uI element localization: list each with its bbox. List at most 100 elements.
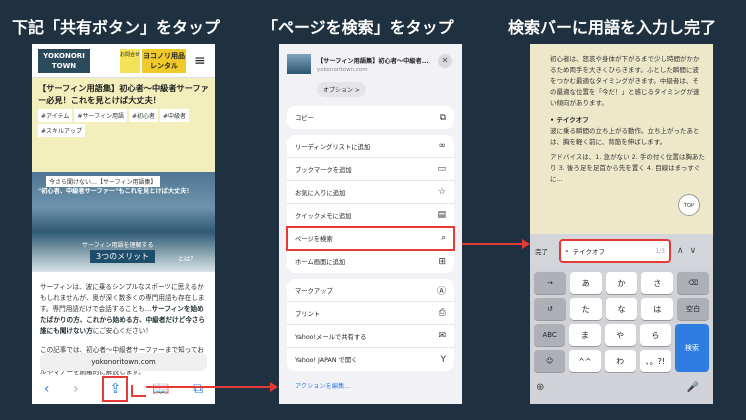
find-input[interactable]: ⌕ テイクオフ 1/3 [559, 239, 671, 263]
key[interactable]: ^^ [569, 350, 601, 372]
hero-merit-sub: サーフィン用語を理解する [82, 242, 154, 249]
action-label: ホーム画面に追加 [295, 259, 346, 266]
plus-square-icon: ⊞ [438, 256, 446, 267]
find-icon: ⌕ [440, 233, 446, 243]
key[interactable]: わ [604, 350, 636, 372]
phone-share-sheet: 【サーフィン用語集】初心者〜中級者... yokonoritown.com オプ… [279, 44, 462, 404]
action-quick-note[interactable]: クイックメモに追加 ▤ [287, 204, 454, 227]
chevron-down-icon[interactable]: ∨ [690, 246, 703, 256]
connector-line [462, 243, 522, 245]
body-text: 初心者は、怒哀や身体が下がるまで少し時間がかかるため両手を大きくひらきます。ふと… [550, 55, 700, 107]
action-add-favorite[interactable]: お気に入りに追加 ☆ [287, 181, 454, 204]
chevron-up-icon[interactable]: ∧ [677, 246, 690, 256]
connector-line [131, 395, 146, 397]
mail-icon: ✉ [438, 331, 446, 341]
action-print[interactable]: プリント ⎙ [287, 302, 454, 325]
scroll-top-button[interactable]: TOP [678, 194, 700, 216]
close-icon[interactable]: ✕ [438, 54, 452, 68]
action-yahoo-mail[interactable]: Yahoo!メールで共有する ✉ [287, 325, 454, 348]
search-key[interactable]: 検索 [675, 324, 709, 372]
action-label: リーディングリストに追加 [295, 143, 371, 151]
phone-safari-article: YOKONORI TOWN お問合せ ヨコノリ用品 レンタル ≡ 【サーフィン用… [32, 44, 215, 404]
rental-button[interactable]: ヨコノリ用品 レンタル [142, 48, 186, 73]
key[interactable]: な [605, 298, 638, 320]
action-label: ページを検索 [295, 235, 333, 243]
connector-arrow [522, 239, 530, 249]
heading-step2: 「ページを検索」をタップ [262, 18, 454, 37]
body-text: にご安心ください！ [92, 327, 152, 335]
action-markup[interactable]: マークアップ Ⓐ [287, 279, 454, 302]
space-key[interactable]: 空白 [677, 298, 709, 320]
share-sheet-header: 【サーフィン用語集】初心者〜中級者... yokonoritown.com オプ… [279, 44, 462, 106]
tag[interactable]: #中級者 [160, 109, 190, 122]
site-logo[interactable]: YOKONORI TOWN [38, 48, 90, 73]
tag[interactable]: #サーフィン用語 [74, 109, 127, 122]
heading-step3: 検索バーに用語を入力し完了 [508, 18, 717, 37]
markup-icon: Ⓐ [436, 286, 446, 297]
search-term-heading: テイクオフ [550, 115, 705, 126]
key[interactable]: さ [641, 272, 674, 294]
action-label: プリント [295, 310, 321, 318]
safari-toolbar: ‹ › ⇪ 📖 ⧉ [32, 374, 215, 404]
article-title: 【サーフィン用語集】初心者〜中級者サーファー必見！これを見とけば大丈夫！ [38, 83, 209, 105]
edit-actions-link[interactable]: アクションを編集... [279, 377, 462, 394]
back-icon[interactable]: ‹ [44, 381, 50, 397]
key[interactable]: ↺ [534, 298, 566, 320]
action-label: ブックマークを追加 [295, 166, 352, 174]
globe-icon[interactable]: ⊕ [536, 382, 544, 393]
action-find-on-page[interactable]: ページを検索 ⌕ [286, 226, 455, 251]
keyboard-row: → あ か さ ⌫ [534, 272, 709, 294]
action-yahoo-open[interactable]: Yahoo! JAPAN で開く Y [287, 348, 454, 371]
article-text: 初心者は、怒哀や身体が下がるまで少し時間がかかるため両手を大きくひらきます。ふと… [530, 44, 713, 234]
action-label: マークアップ [295, 287, 333, 295]
find-bar: 完了 ⌕ テイクオフ 1/3 ∧∨ [530, 234, 713, 268]
forward-icon[interactable]: › [73, 381, 79, 397]
hero-subcaption: "初心者、中級者サーファー"もこれを見とけば大丈夫！ [38, 188, 193, 195]
key[interactable]: あ [569, 272, 602, 294]
tabs-icon[interactable]: ⧉ [193, 381, 203, 397]
key[interactable]: ら [639, 324, 671, 346]
key[interactable]: ABC [534, 324, 566, 346]
done-button[interactable]: 完了 [535, 246, 551, 256]
share-page-url: yokonoritown.com [317, 67, 368, 73]
book-icon: ▭ [437, 164, 446, 174]
key[interactable]: ☺ [534, 350, 566, 372]
key[interactable]: や [604, 324, 636, 346]
key[interactable]: は [641, 298, 674, 320]
tag-list: #アイテム #サーフィン用語 #初心者 #中級者 #スキルアップ [38, 109, 209, 137]
action-copy[interactable]: コピー ⧉ [287, 106, 454, 129]
share-button[interactable]: ⇪ [102, 376, 129, 402]
bookmarks-icon[interactable]: 📖 [152, 381, 169, 397]
hamburger-menu-icon[interactable]: ≡ [194, 53, 206, 69]
action-group-copy: コピー ⧉ [287, 106, 454, 129]
yahoo-icon: Y [440, 354, 447, 365]
tag[interactable]: #アイテム [38, 109, 73, 122]
action-group-other: マークアップ Ⓐ プリント ⎙ Yahoo!メールで共有する ✉ Yahoo! JAP… [287, 279, 454, 371]
action-label: クイックメモに追加 [295, 212, 352, 220]
backspace-key[interactable]: ⌫ [677, 272, 709, 294]
microphone-icon[interactable]: 🎤 [687, 382, 699, 393]
key[interactable]: た [569, 298, 602, 320]
key[interactable]: か [605, 272, 638, 294]
tag[interactable]: #初心者 [129, 109, 159, 122]
action-label: Yahoo!メールで共有する [295, 333, 367, 341]
find-nav: ∧∨ [677, 246, 702, 256]
key[interactable]: ま [569, 324, 601, 346]
action-add-bookmark[interactable]: ブックマークを追加 ▭ [287, 158, 454, 181]
options-button[interactable]: オプション > [317, 82, 366, 97]
hero-image: 今さら聞けない…【サーフィン用語集】 "初心者、中級者サーファー"もこれを見とけ… [32, 172, 215, 272]
key[interactable]: 、。?! [639, 350, 671, 372]
action-reading-list[interactable]: リーディングリストに追加 ∞ [287, 135, 454, 158]
copy-icon: ⧉ [439, 112, 446, 123]
share-page-title: 【サーフィン用語集】初心者〜中級者... [317, 58, 429, 65]
action-label: コピー [295, 115, 314, 122]
address-bar[interactable]: yokonoritown.com [40, 353, 207, 371]
key[interactable]: → [534, 272, 566, 294]
star-icon: ☆ [437, 187, 446, 197]
contact-button[interactable]: お問合せ [120, 48, 140, 73]
phone-find-on-page: 初心者は、怒哀や身体が下がるまで少し時間がかかるため両手を大きくひらきます。ふと… [530, 44, 713, 404]
action-label: Yahoo! JAPAN で開く [295, 357, 358, 364]
action-add-home-screen[interactable]: ホーム画面に追加 ⊞ [287, 250, 454, 273]
tag[interactable]: #スキルアップ [38, 124, 86, 137]
body-text: アドバイスは、1. 急がない 2. 手の付く位置は胸あたり 3. 後ろ足を足首か… [550, 153, 705, 183]
